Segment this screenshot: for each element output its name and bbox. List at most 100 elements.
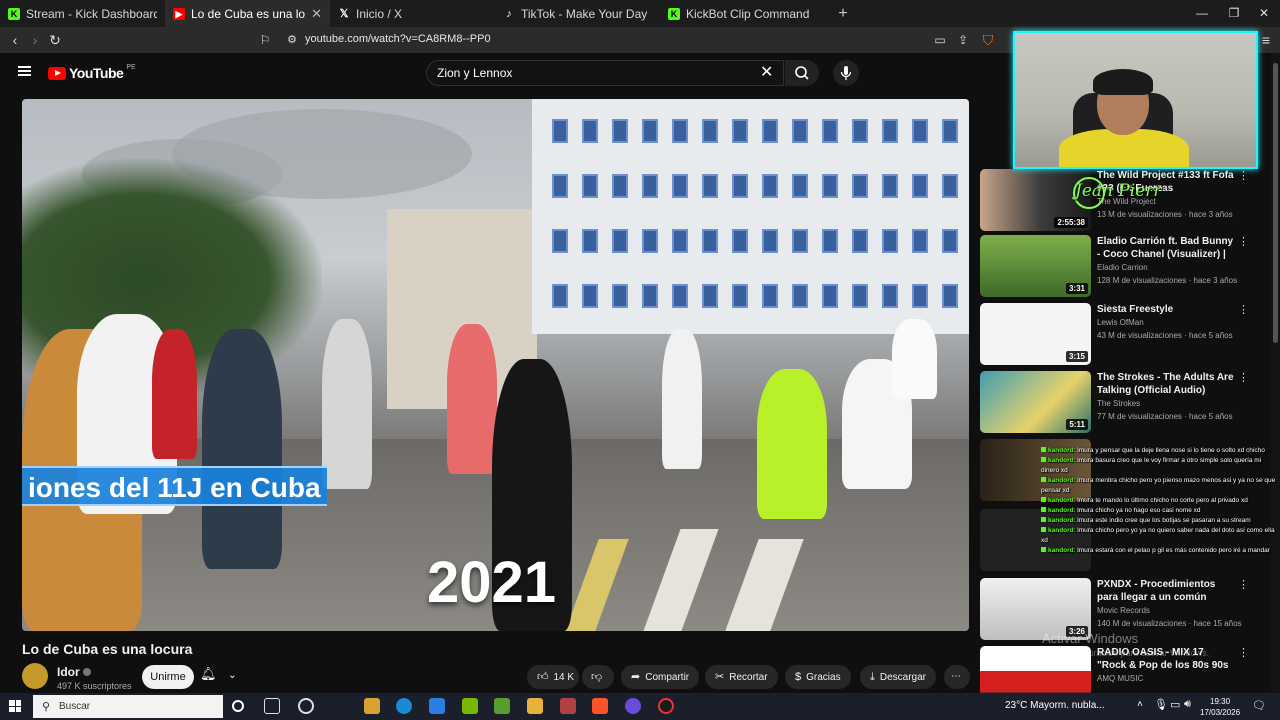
volume-icon[interactable]: 🔊︎	[1184, 698, 1191, 711]
building-window	[582, 174, 598, 198]
recommendation-channel[interactable]: Movic Records	[1097, 606, 1150, 615]
restore-button[interactable]: ❐	[1218, 0, 1250, 27]
person	[202, 329, 282, 569]
clear-search-icon[interactable]: ✕	[760, 62, 773, 82]
recommendation-meta: 140 M de visualizaciones · hace 15 años	[1097, 619, 1242, 628]
taskbar-search-input[interactable]: Buscar	[33, 695, 223, 718]
video-thumbnail[interactable]: 3:15	[980, 303, 1091, 365]
nvidia-icon[interactable]	[462, 698, 478, 714]
bookmark-icon[interactable]: ⚐	[255, 30, 275, 50]
building-window	[672, 119, 688, 143]
chat-username: kandord	[1048, 477, 1074, 484]
brave-icon[interactable]	[592, 698, 608, 714]
channel-name[interactable]: Idor	[57, 665, 91, 679]
clock-app-icon[interactable]	[298, 698, 314, 714]
new-tab-button[interactable]: +	[829, 5, 857, 23]
dislike-button[interactable]: 👎︎	[582, 665, 614, 689]
scrollbar-thumb[interactable]	[1273, 63, 1278, 343]
close-tab-icon[interactable]: ✕	[311, 6, 322, 22]
notifications-icon[interactable]: 🗨︎	[1252, 699, 1266, 712]
more-vertical-icon[interactable]: ⋮	[1238, 578, 1249, 591]
video-player[interactable]: iones del 11J en Cuba 2021	[22, 99, 969, 631]
join-button[interactable]: Unirme	[142, 665, 194, 689]
chat-text: lmura y pensar que la deje llena nose si…	[1077, 447, 1265, 454]
cast-icon[interactable]: ▭	[930, 30, 950, 50]
back-icon[interactable]: ‹	[5, 30, 25, 50]
edge-icon[interactable]	[396, 698, 412, 714]
tab-kick-dashboard[interactable]: K Stream - Kick Dashboard	[0, 0, 165, 27]
youtube-logo[interactable]: YouTube PE	[48, 64, 136, 81]
building-window	[912, 119, 928, 143]
url-field[interactable]: youtube.com/watch?v=CA8RM8--PP0	[305, 33, 491, 45]
file-explorer-icon[interactable]	[527, 698, 543, 714]
building-window	[912, 229, 928, 253]
weather-widget[interactable]: 23°C Mayorm. nubla...	[1005, 700, 1105, 711]
recommendation-title[interactable]: Eladio Carrión ft. Bad Bunny - Coco Chan…	[1097, 235, 1235, 261]
building-window	[792, 284, 808, 308]
recommendation-channel[interactable]: Lewis OfMan	[1097, 318, 1144, 327]
notifications-button[interactable]: 🔔︎ ⌄	[200, 666, 250, 688]
search-input[interactable]: Zion y Lennox	[426, 60, 784, 86]
video-thumbnail[interactable]: 5:11	[980, 371, 1091, 433]
like-button[interactable]: 👍︎ 14 K	[527, 665, 579, 689]
kick-icon: K	[8, 7, 20, 20]
download-button[interactable]: ⤓ Descargar	[860, 665, 937, 689]
windows-activation-watermark: Activar Windows	[1042, 631, 1139, 646]
store-icon[interactable]	[364, 698, 380, 714]
page-scrollbar[interactable]	[1271, 53, 1280, 698]
tab-youtube-video[interactable]: ▶ Lo de Cuba es una locura - Yo ✕	[165, 0, 330, 27]
more-actions-button[interactable]: ⋯	[944, 665, 970, 689]
kick-badge-icon	[1041, 477, 1046, 482]
microphone-tray-icon[interactable]: 🎙︎	[1154, 698, 1168, 711]
tab-x-home[interactable]: 𝕏 Inicio / X	[330, 0, 495, 27]
mail-icon[interactable]	[429, 698, 445, 714]
kick-badge-icon	[1041, 547, 1046, 552]
discord-icon[interactable]	[625, 698, 641, 714]
minimize-button[interactable]: —	[1186, 0, 1218, 27]
building-window	[942, 119, 958, 143]
more-vertical-icon[interactable]: ⋮	[1238, 169, 1249, 182]
more-vertical-icon[interactable]: ⋮	[1238, 371, 1249, 384]
network-icon[interactable]: ▭	[1170, 698, 1180, 711]
forward-icon[interactable]: ›	[25, 30, 45, 50]
minecraft-icon[interactable]	[494, 698, 510, 714]
site-info-icon[interactable]: ⚙	[282, 30, 302, 50]
clip-button[interactable]: ✂ Recortar	[705, 665, 778, 689]
window-close-button[interactable]: ✕	[1248, 0, 1280, 27]
share-button[interactable]: ➦ Compartir	[621, 665, 700, 689]
task-view-icon[interactable]	[264, 698, 280, 714]
subscriber-count: 497 K suscriptores	[57, 681, 132, 691]
app-icon[interactable]	[560, 698, 576, 714]
channel-avatar[interactable]	[22, 663, 48, 689]
chat-text: lmura estará con el pelao p gil es más c…	[1077, 547, 1270, 554]
hamburger-menu-icon[interactable]	[18, 66, 31, 76]
browser-menu-icon[interactable]: ≡	[1256, 30, 1276, 50]
obs-icon[interactable]	[658, 698, 674, 714]
taskbar-clock[interactable]: 19:30 17/03/2026	[1200, 696, 1240, 718]
recommendation-channel[interactable]: The Strokes	[1097, 399, 1140, 408]
reload-icon[interactable]: ↻	[45, 30, 65, 50]
recommendation-channel[interactable]: Eladio Carrion	[1097, 263, 1148, 272]
recommendation-title[interactable]: Siesta Freestyle	[1097, 303, 1235, 316]
recommendation-item[interactable]: 3:15 Siesta Freestyle Lewis OfMan 43 M d…	[980, 303, 1260, 365]
recommendation-channel[interactable]: AMQ MUSIC	[1097, 674, 1143, 683]
more-vertical-icon[interactable]: ⋮	[1238, 646, 1249, 659]
more-vertical-icon[interactable]: ⋮	[1238, 303, 1249, 316]
windows-start-icon[interactable]	[9, 700, 21, 712]
recommendation-title[interactable]: PXNDX - Procedimientos para llegar a un …	[1097, 578, 1235, 604]
search-button[interactable]	[785, 60, 819, 86]
thanks-button[interactable]: $ Gracias	[785, 665, 851, 689]
recommendation-item[interactable]: 5:11 The Strokes - The Adults Are Talkin…	[980, 371, 1260, 433]
cortana-icon[interactable]	[232, 700, 244, 712]
tab-tiktok[interactable]: ♪ TikTok - Make Your Day	[495, 0, 660, 27]
streamer-hair	[1093, 69, 1153, 95]
voice-search-button[interactable]	[833, 60, 859, 86]
video-thumbnail[interactable]: 3:31	[980, 235, 1091, 297]
tab-kickbot[interactable]: K KickBot Clip Command	[660, 0, 825, 27]
brave-shield-icon[interactable]: ⛉	[978, 30, 998, 50]
more-vertical-icon[interactable]: ⋮	[1238, 235, 1249, 248]
recommendation-item[interactable]: 3:31 Eladio Carrión ft. Bad Bunny - Coco…	[980, 235, 1260, 297]
recommendation-title[interactable]: The Strokes - The Adults Are Talking (Of…	[1097, 371, 1235, 397]
chevron-up-icon[interactable]: ˄	[1137, 699, 1143, 710]
share-page-icon[interactable]: ⇪	[953, 30, 973, 50]
